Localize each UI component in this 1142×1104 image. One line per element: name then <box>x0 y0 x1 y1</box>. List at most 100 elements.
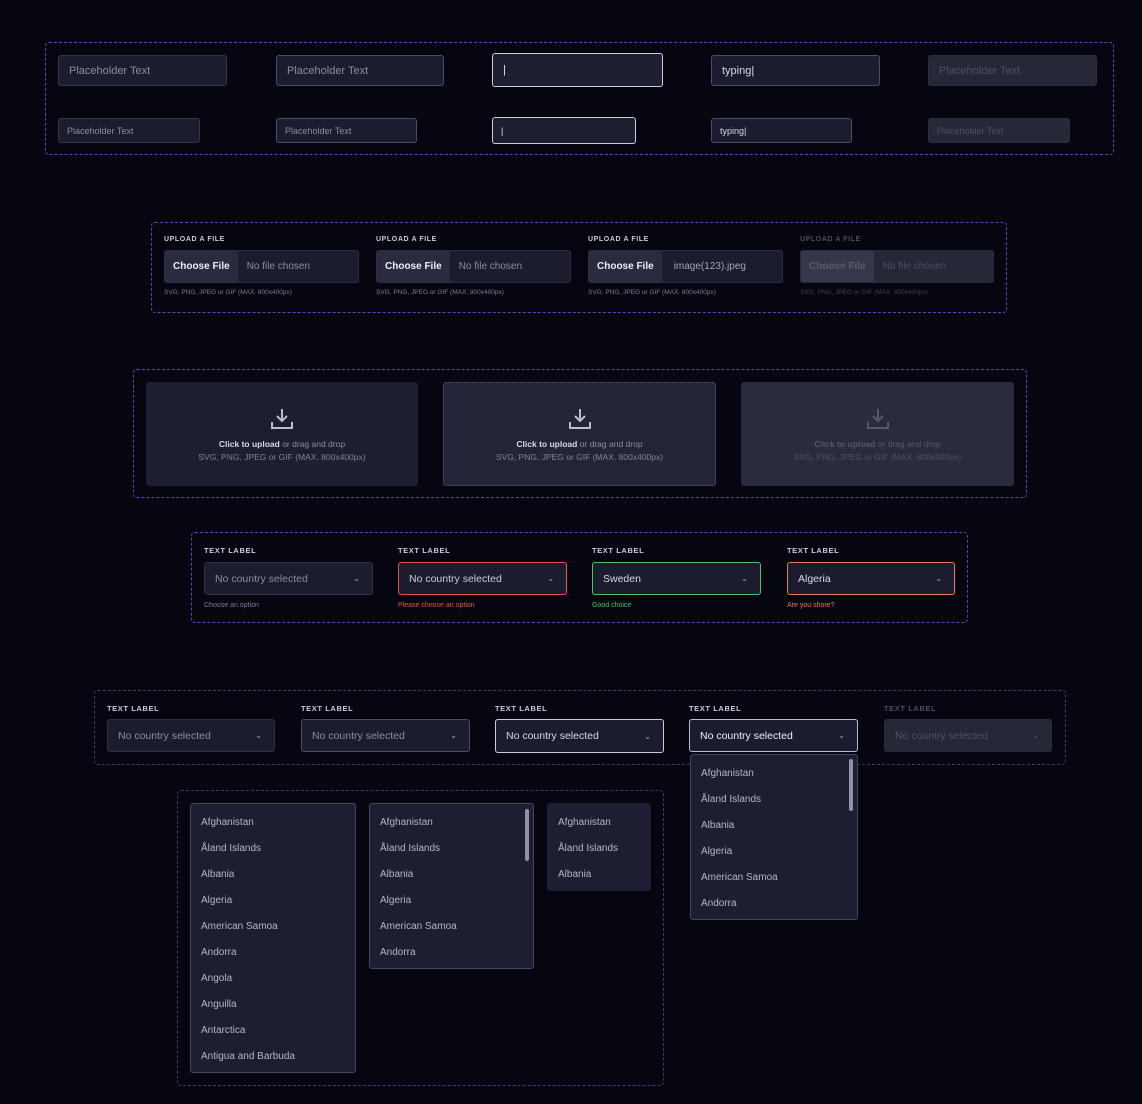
list-option[interactable]: Afghanistan <box>191 809 355 835</box>
select-label: TEXT LABEL <box>107 704 160 713</box>
chevron-down-icon: ⌄ <box>450 731 457 740</box>
dropzone-instruction-rest: or drag and drop <box>875 438 941 449</box>
dropdown-option[interactable]: Algeria <box>691 838 857 864</box>
choose-file-button[interactable]: Choose File <box>165 251 238 282</box>
file-upload-label: UPLOAD A FILE <box>588 236 649 243</box>
choose-file-button[interactable]: Choose File <box>377 251 450 282</box>
file-name: image(123).jpeg <box>673 261 746 272</box>
list-option[interactable]: Antarctica <box>191 1017 355 1043</box>
click-to-upload-link[interactable]: Click to upload <box>219 439 280 449</box>
chevron-down-icon: ⌄ <box>644 731 651 741</box>
list-option[interactable]: Åland Islands <box>370 835 533 861</box>
chevron-down-icon: ⌄ <box>838 731 845 740</box>
download-tray-icon <box>568 408 591 429</box>
country-select[interactable]: No country selected ⌄ <box>495 719 664 753</box>
country-select[interactable]: No country selected ⌄ <box>301 719 470 752</box>
text-input-bordered[interactable]: Placeholder Text <box>276 55 444 86</box>
file-input[interactable]: Choose File No file chosen <box>164 250 359 283</box>
select-error-text: Please choose an option <box>398 602 475 609</box>
list-option[interactable]: Algeria <box>370 887 533 913</box>
select-value: No country selected <box>118 729 211 742</box>
text-input-focused[interactable]: | <box>492 53 663 87</box>
country-select[interactable]: No country selected ⌄ <box>107 719 275 752</box>
dropzone-instruction: Click to upload or drag and drop <box>814 439 940 449</box>
file-name: No file chosen <box>882 261 947 272</box>
dropzone-hint: SVG, PNG, JPEG or GIF (MAX. 800x400px) <box>495 451 664 462</box>
dropzone-hover[interactable]: Click to upload or drag and drop SVG, PN… <box>443 382 716 486</box>
select-success: TEXT LABEL Sweden ⌄ Good choice <box>592 546 761 609</box>
select-default: TEXT LABEL No country selected ⌄ Choose a… <box>204 546 373 609</box>
dropzone-instruction-rest: or drag and drop <box>577 438 643 449</box>
chevron-down-icon: ⌄ <box>255 731 262 740</box>
dropzone-hint: SVG, PNG, JPEG or GIF (MAX. 800x400px) <box>198 451 366 462</box>
text-input-default[interactable]: Placeholder Text <box>58 55 227 86</box>
select-value: Sweden <box>603 572 641 585</box>
file-upload-hint: SVG, PNG, JPEG or GIF (MAX. 800x400px) <box>800 289 928 296</box>
country-select[interactable]: No country selected ⌄ <box>204 562 373 595</box>
select-label: TEXT LABEL <box>204 546 257 555</box>
country-select[interactable]: No country selected ⌄ <box>398 562 567 595</box>
file-upload-label: UPLOAD A FILE <box>164 236 225 243</box>
text-input-small-typing[interactable]: typing| <box>711 118 852 143</box>
download-tray-icon <box>866 408 889 429</box>
list-scrollbar[interactable] <box>525 809 529 861</box>
option-list-scroll: Afghanistan Åland Islands Albania Algeri… <box>369 803 534 969</box>
file-input[interactable]: Choose File No file chosen <box>376 250 571 283</box>
file-upload-hint: SVG, PNG, JPEG or GIF (MAX. 800x400px) <box>164 289 292 296</box>
text-input-small-focused[interactable]: | <box>492 117 636 144</box>
choose-file-button[interactable]: Choose File <box>589 251 662 282</box>
dropdown-scrollbar[interactable] <box>849 759 853 811</box>
select-label: TEXT LABEL <box>787 546 840 555</box>
list-option[interactable]: Andorra <box>191 939 355 965</box>
country-select[interactable]: Algeria ⌄ <box>787 562 955 595</box>
list-option[interactable]: Algeria <box>191 887 355 913</box>
list-option[interactable]: Anguilla <box>191 991 355 1017</box>
chevron-down-icon: ⌄ <box>1032 731 1039 740</box>
file-input[interactable]: Choose File image(123).jpeg <box>588 250 783 283</box>
text-input-small-bordered[interactable]: Placeholder Text <box>276 118 417 143</box>
select-help-text: Choose an option <box>204 602 259 609</box>
list-option[interactable]: Andorra <box>370 939 533 965</box>
select-state-open: TEXT LABEL No country selected ⌄ <box>689 704 858 752</box>
text-input-small-default[interactable]: Placeholder Text <box>58 118 200 143</box>
list-option[interactable]: American Samoa <box>191 913 355 939</box>
select-value: No country selected <box>506 730 599 742</box>
file-input: Choose File No file chosen <box>800 250 994 283</box>
select-value: No country selected <box>895 729 988 742</box>
select-value: No country selected <box>409 572 502 585</box>
click-to-upload-link[interactable]: Click to upload <box>516 439 577 449</box>
list-option[interactable]: American Samoa <box>370 913 533 939</box>
list-option[interactable]: Albania <box>191 861 355 887</box>
dropdown-option[interactable]: American Samoa <box>691 864 857 890</box>
list-option[interactable]: Albania <box>548 861 650 887</box>
dropzone-hint: SVG, PNG, JPEG or GIF (MAX. 800x400px) <box>793 451 962 462</box>
list-option[interactable]: Afghanistan <box>370 809 533 835</box>
chevron-down-icon: ⌄ <box>547 574 554 583</box>
select-success-text: Good choice <box>592 602 632 609</box>
select-error: TEXT LABEL No country selected ⌄ Please c… <box>398 546 567 609</box>
dropdown-option[interactable]: Albania <box>691 812 857 838</box>
list-option[interactable]: Albania <box>370 861 533 887</box>
dropzone-instruction: Click to upload or drag and drop <box>219 439 345 449</box>
dropzone-default[interactable]: Click to upload or drag and drop SVG, PN… <box>146 382 418 486</box>
list-option[interactable]: Åland Islands <box>191 835 355 861</box>
dropdown-option[interactable]: Andorra <box>691 890 857 916</box>
select-state-focus: TEXT LABEL No country selected ⌄ <box>495 704 664 753</box>
select-warning: TEXT LABEL Algeria ⌄ Are you shore? <box>787 546 955 609</box>
dropdown-option[interactable]: Åland Islands <box>691 786 857 812</box>
country-select[interactable]: No country selected ⌄ <box>689 719 858 752</box>
select-value: Algeria <box>798 572 831 585</box>
file-upload-hint: SVG, PNG, JPEG or GIF (MAX. 800x400px) <box>376 289 504 296</box>
file-name: No file chosen <box>246 261 311 272</box>
dropdown-option[interactable]: Afghanistan <box>691 760 857 786</box>
select-value: No country selected <box>312 729 405 742</box>
list-option[interactable]: Afghanistan <box>548 809 650 835</box>
text-input-typing[interactable]: typing| <box>711 55 880 86</box>
country-select[interactable]: Sweden ⌄ <box>592 562 761 595</box>
list-option[interactable]: Angola <box>191 965 355 991</box>
file-upload-default: UPLOAD A FILE Choose File No file chosen… <box>164 236 359 296</box>
option-list-short: Afghanistan Åland Islands Albania <box>547 803 651 891</box>
list-option[interactable]: Antigua and Barbuda <box>191 1043 355 1069</box>
list-option[interactable]: Åland Islands <box>548 835 650 861</box>
select-label: TEXT LABEL <box>495 704 548 713</box>
